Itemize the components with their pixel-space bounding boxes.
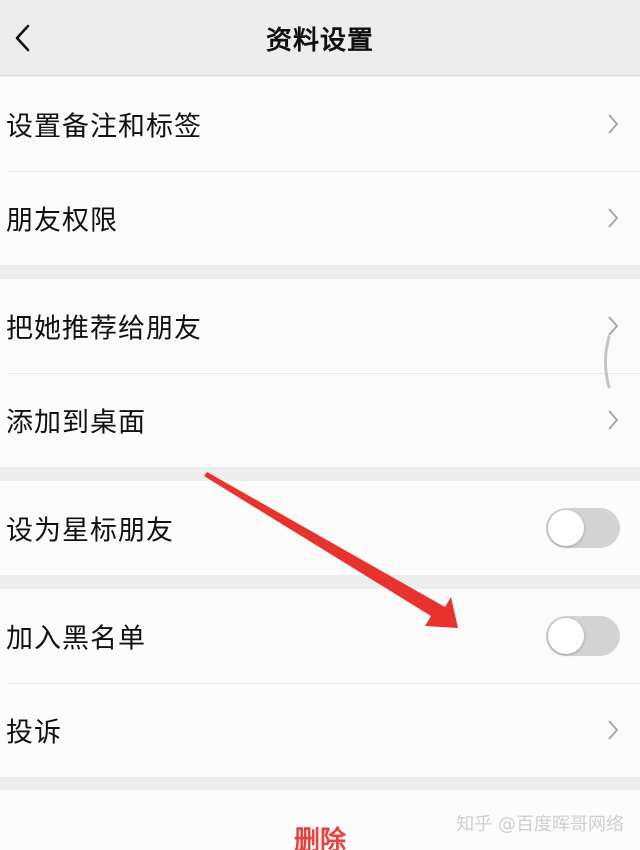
row-friend-permissions[interactable]: 朋友权限 — [0, 171, 640, 265]
row-label: 朋友权限 — [6, 205, 118, 237]
nav-bar: 资料设置 — [0, 0, 640, 76]
star-friend-toggle[interactable] — [546, 508, 620, 548]
settings-group-block: 加入黑名单 投诉 — [0, 589, 640, 777]
row-complain[interactable]: 投诉 — [0, 683, 640, 777]
row-label: 添加到桌面 — [6, 407, 146, 439]
chevron-right-icon — [608, 114, 619, 134]
settings-group-share: 把她推荐给朋友 添加到桌面 — [0, 279, 640, 467]
row-star-friend: 设为星标朋友 — [0, 481, 640, 575]
chevron-right-icon — [608, 410, 619, 430]
row-set-remark-and-tags[interactable]: 设置备注和标签 — [0, 77, 640, 171]
row-label: 投诉 — [6, 717, 62, 749]
toggle-knob — [548, 510, 584, 546]
row-label: 设为星标朋友 — [6, 515, 174, 547]
row-label: 设置备注和标签 — [6, 111, 202, 143]
blacklist-toggle[interactable] — [546, 616, 620, 656]
chevron-right-icon — [608, 208, 619, 228]
chevron-right-icon — [608, 720, 619, 740]
settings-group-remark: 设置备注和标签 朋友权限 — [0, 77, 640, 265]
row-recommend-to-friend[interactable]: 把她推荐给朋友 — [0, 279, 640, 373]
row-label: 把她推荐给朋友 — [6, 313, 202, 345]
page-title: 资料设置 — [265, 26, 374, 56]
toggle-knob — [548, 618, 584, 654]
row-add-to-desktop[interactable]: 添加到桌面 — [0, 373, 640, 467]
scroll-indicator-icon — [604, 335, 611, 389]
row-add-to-blacklist: 加入黑名单 — [0, 589, 640, 683]
watermark: 知乎 @百度晖哥网络 — [456, 814, 624, 835]
profile-settings-page: 资料设置 设置备注和标签 朋友权限 把她推荐给朋友 添加到桌面 设为星标朋友 加… — [0, 0, 640, 850]
settings-group-star: 设为星标朋友 — [0, 481, 640, 575]
row-label: 加入黑名单 — [6, 623, 146, 655]
